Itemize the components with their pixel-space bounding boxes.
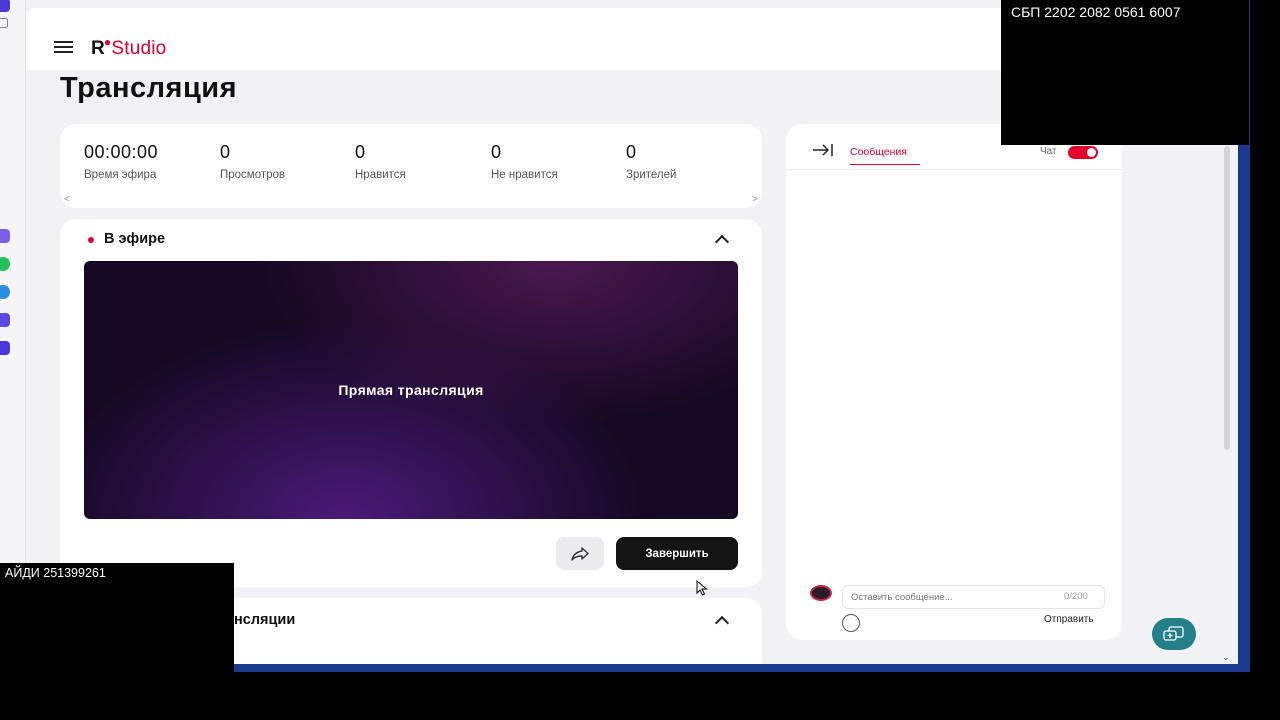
chat-support-button[interactable]: [1152, 618, 1196, 650]
chat-toggle-label: Чат: [1040, 146, 1057, 157]
video-label: Прямая трансляция: [338, 382, 484, 398]
chat-panel: Сообщения Чат 0/200 Отправить: [786, 124, 1122, 640]
overlay-payment-text: СБП 2202 2082 0561 6007: [1011, 4, 1181, 20]
stats-scroll-right[interactable]: >: [752, 194, 758, 205]
r-studio-logo[interactable]: R●Studio: [91, 35, 167, 60]
strip-app-icon[interactable]: [0, 0, 10, 12]
stats-scroll-left[interactable]: <: [64, 194, 70, 205]
stat-value: 0: [220, 142, 231, 162]
emoji-icon[interactable]: [842, 614, 860, 632]
strip-app-icon[interactable]: [0, 229, 10, 243]
tab-messages[interactable]: Сообщения: [850, 146, 907, 158]
scroll-down-icon[interactable]: ⌄: [1222, 652, 1230, 663]
stat-value: 0: [491, 142, 502, 162]
stat-value: 00:00:00: [84, 142, 159, 162]
end-stream-button[interactable]: Завершить: [616, 537, 738, 570]
stat-value: 0: [626, 142, 637, 162]
stream-info-title: нсляции: [234, 612, 296, 628]
stat-dislikes: 0 Не нравится: [491, 142, 558, 181]
logo-dot-icon: ●: [103, 35, 112, 49]
stat-label: Просмотров: [220, 169, 286, 181]
strip-telegram-icon[interactable]: [0, 285, 10, 299]
share-button[interactable]: [556, 537, 604, 570]
send-button[interactable]: Отправить: [1044, 614, 1094, 625]
chat-support-icon: [1163, 626, 1184, 641]
strip-app-icon[interactable]: [0, 313, 10, 327]
strip-whatsapp-icon[interactable]: [0, 257, 10, 271]
char-counter: 0/200: [1064, 591, 1088, 602]
strip-app-icon[interactable]: [0, 341, 10, 355]
logo-r: R: [91, 38, 105, 59]
tab-underline: [850, 164, 920, 165]
logo-studio: Studio: [111, 38, 167, 59]
stat-likes: 0 Нравится: [355, 142, 406, 181]
stat-label: Нравится: [355, 169, 406, 181]
stat-label: Время эфира: [84, 169, 157, 181]
stat-label: Не нравится: [491, 169, 558, 181]
collapse-panel-icon[interactable]: [812, 143, 834, 157]
page-scrollbar[interactable]: [1224, 146, 1230, 450]
stream-overlay-id: АЙДИ 251399261: [0, 563, 234, 693]
stat-value: 0: [355, 142, 366, 162]
stat-viewers: 0 Зрителей: [626, 142, 676, 181]
stats-card: 00:00:00 Время эфира 0 Просмотров 0 Нрав…: [60, 124, 762, 208]
video-preview[interactable]: Прямая трансляция: [84, 261, 738, 519]
chevron-up-icon[interactable]: [714, 615, 730, 631]
avatar: [810, 585, 832, 601]
stat-views: 0 Просмотров: [220, 142, 285, 181]
live-section: В эфире Прямая трансляция Завершить: [60, 219, 762, 587]
live-section-title: В эфире: [104, 231, 166, 247]
page-title: Трансляция: [60, 72, 238, 104]
overlay-id-text: АЙДИ 251399261: [5, 566, 106, 580]
mouse-cursor-icon: [696, 580, 708, 596]
live-indicator-icon: [88, 237, 94, 243]
share-icon: [571, 546, 589, 561]
toggle-knob: [1087, 148, 1096, 157]
stream-overlay-payment: СБП 2202 2082 0561 6007: [1001, 0, 1249, 145]
chat-toggle[interactable]: [1068, 146, 1098, 159]
hamburger-icon[interactable]: [54, 41, 73, 53]
strip-star-icon[interactable]: [0, 18, 8, 28]
chevron-up-icon[interactable]: [714, 234, 730, 250]
stat-air-time: 00:00:00 Время эфира: [84, 142, 158, 181]
stat-label: Зрителей: [626, 169, 677, 181]
